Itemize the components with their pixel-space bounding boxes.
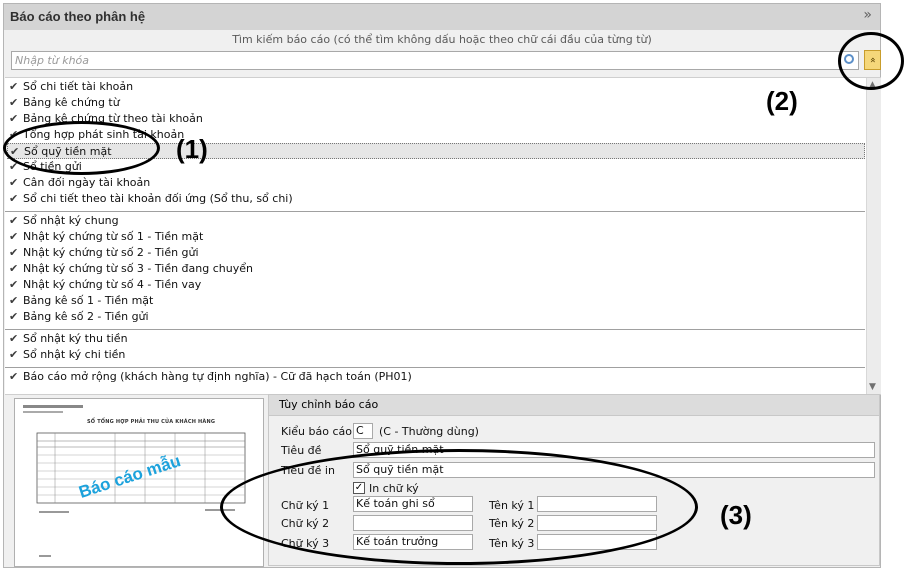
check-icon: ✔ — [9, 230, 19, 243]
check-icon: ✔ — [9, 262, 19, 275]
check-icon: ✔ — [9, 96, 19, 109]
signature-1-field[interactable]: Kế toán ghi sổ — [353, 496, 473, 512]
check-icon: ✔ — [9, 214, 19, 227]
list-item[interactable]: ✔ Nhật ký chứng từ số 1 - Tiền mặt — [7, 229, 865, 245]
print-signature-checkbox[interactable]: ✓ — [353, 482, 365, 494]
report-type-field[interactable]: C — [353, 423, 373, 439]
list-item[interactable]: ✔ Bảng kê chứng từ theo tài khoản — [7, 111, 865, 127]
signature-2-field[interactable] — [353, 515, 473, 531]
print-signature-label: In chữ ký — [369, 482, 419, 495]
title-label: Tiêu đề — [281, 444, 322, 457]
check-icon: ✔ — [9, 176, 19, 189]
check-icon: ✔ — [9, 160, 19, 173]
title-field[interactable]: Sổ quỹ tiền mặt — [353, 442, 875, 458]
report-list: ✔ Sổ chi tiết tài khoản ✔ Bảng kê chứng từ… — [5, 77, 881, 395]
annotation-label-1: (1) — [176, 134, 208, 164]
signature-3-label: Chữ ký 3 — [281, 537, 330, 550]
search-caption: Tìm kiếm báo cáo (có thể tìm không dấu h… — [232, 33, 652, 46]
search-input[interactable] — [15, 53, 815, 68]
list-item[interactable]: ✔ Sổ nhật ký thu tiền — [7, 331, 865, 347]
list-item[interactable]: ✔ Nhật ký chứng từ số 4 - Tiền vay — [7, 277, 865, 293]
report-panel: Báo cáo theo phân hệ » Tìm kiếm báo cáo … — [3, 3, 881, 568]
list-item[interactable]: ✔ Sổ tiền gửi — [7, 159, 865, 175]
list-item[interactable]: ✔ Bảng kê số 1 - Tiền mặt — [7, 293, 865, 309]
signer-name-3-field[interactable] — [537, 534, 657, 550]
check-icon: ✔ — [9, 278, 19, 291]
signer-name-3-label: Tên ký 3 — [489, 537, 535, 550]
signer-name-1-label: Tên ký 1 — [489, 499, 535, 512]
panel-titlebar: Báo cáo theo phân hệ » — [4, 4, 880, 30]
list-item[interactable]: ✔ Sổ chi tiết theo tài khoản đối ứng (Sổ … — [7, 191, 865, 207]
check-icon: ✔ — [9, 80, 19, 93]
collapse-panel-icon[interactable]: » — [863, 7, 872, 23]
list-item[interactable]: ✔ Sổ nhật ký chung — [7, 213, 865, 229]
signature-1-label: Chữ ký 1 — [281, 499, 330, 512]
signature-3-field[interactable]: Kế toán trưởng — [353, 534, 473, 550]
check-icon: ✔ — [9, 370, 19, 383]
print-title-label: Tiêu đề in — [281, 464, 335, 477]
report-type-desc: (C - Thường dùng) — [379, 425, 479, 438]
report-type-label: Kiểu báo cáo — [281, 425, 352, 438]
signature-2-label: Chữ ký 2 — [281, 517, 330, 530]
check-icon: ✔ — [9, 246, 19, 259]
report-preview: SỔ TỔNG HỢP PHẢI THU CỦA KHÁCH HÀNG Báo … — [14, 398, 264, 567]
panel-title: Báo cáo theo phân hệ — [10, 9, 146, 24]
list-item[interactable]: ✔ Sổ chi tiết tài khoản — [7, 79, 865, 95]
check-icon: ✔ — [9, 112, 19, 125]
check-icon: ✔ — [9, 332, 19, 345]
customize-header: Tùy chỉnh báo cáo — [269, 395, 879, 416]
check-icon: ✔ — [9, 294, 19, 307]
customize-panel: Tùy chỉnh báo cáo Kiểu báo cáo C (C - Th… — [268, 394, 880, 566]
check-icon: ✔ — [9, 128, 19, 141]
annotation-label-3: (3) — [720, 500, 752, 530]
list-item[interactable]: ✔ Tổng hợp phát sinh tài khoản — [7, 127, 865, 143]
group-separator — [5, 329, 865, 330]
list-item[interactable]: ✔ Nhật ký chứng từ số 2 - Tiền gửi — [7, 245, 865, 261]
check-icon: ✔ — [9, 348, 19, 361]
scroll-down-icon[interactable]: ▼ — [869, 382, 876, 392]
search-icon[interactable] — [844, 54, 854, 64]
signer-name-2-label: Tên ký 2 — [489, 517, 535, 530]
group-separator — [5, 367, 865, 368]
group-separator — [5, 211, 865, 212]
check-icon: ✔ — [9, 192, 19, 205]
collapse-up-button[interactable]: « — [864, 50, 881, 70]
signer-name-2-field[interactable] — [537, 515, 657, 531]
list-item[interactable]: ✔ Nhật ký chứng từ số 3 - Tiền đang chuyể… — [7, 261, 865, 277]
print-title-field[interactable]: Sổ quỹ tiền mặt — [353, 462, 875, 478]
check-icon: ✔ — [10, 145, 20, 158]
scroll-up-icon[interactable]: ▲ — [869, 80, 876, 90]
signer-name-1-field[interactable] — [537, 496, 657, 512]
list-item[interactable]: ✔ Sổ nhật ký chi tiền — [7, 347, 865, 363]
check-icon: ✔ — [9, 310, 19, 323]
list-item[interactable]: ✔ Báo cáo mở rộng (khách hàng tự định ngh… — [7, 369, 865, 385]
annotation-label-2: (2) — [766, 86, 798, 116]
list-item[interactable]: ✔ Cân đối ngày tài khoản — [7, 175, 865, 191]
list-item-selected[interactable]: ✔ Sổ quỹ tiền mặt — [7, 143, 865, 159]
list-scrollbar[interactable]: ▲ ▼ — [866, 78, 881, 394]
list-item[interactable]: ✔ Bảng kê số 2 - Tiền gửi — [7, 309, 865, 325]
search-box — [11, 51, 859, 70]
chevron-up-icon: « — [867, 56, 879, 64]
list-item[interactable]: ✔ Bảng kê chứng từ — [7, 95, 865, 111]
preview-sample-title: SỔ TỔNG HỢP PHẢI THU CỦA KHÁCH HÀNG — [87, 419, 216, 425]
